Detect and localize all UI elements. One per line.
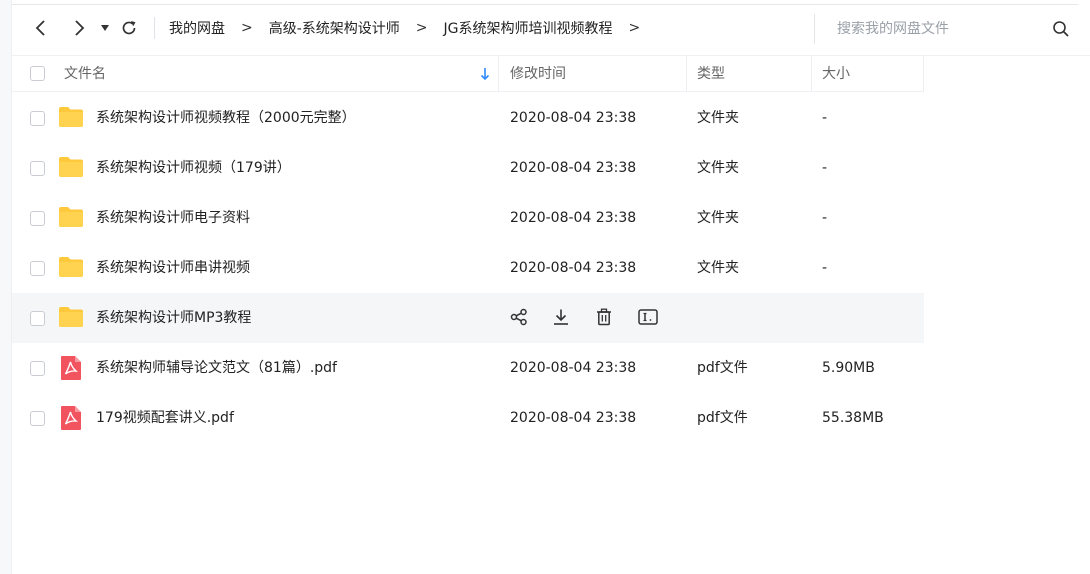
file-name[interactable]: 系统架构设计师MP3教程 [96, 293, 251, 343]
file-row-hovered[interactable]: 系统架构设计师MP3教程 [12, 293, 924, 343]
file-size: - [822, 110, 828, 126]
file-name[interactable]: 系统架构设计师电子资料 [96, 193, 250, 243]
refresh-button[interactable] [114, 13, 144, 43]
folder-icon [59, 207, 83, 227]
file-row[interactable]: 179视频配套讲义.pdf 2020-08-04 23:38 pdf文件 55.… [12, 393, 924, 443]
column-divider[interactable] [498, 56, 499, 92]
navigation-toolbar: 我的网盘 > 高级-系统架构设计师 > JG系统架构师培训视频教程 > [12, 0, 1090, 56]
chevron-left-icon [35, 19, 45, 36]
breadcrumb-item-root[interactable]: 我的网盘 [169, 18, 225, 38]
forward-button[interactable] [64, 13, 94, 43]
folder-icon [59, 107, 83, 127]
breadcrumb-item-current[interactable]: JG系统架构师培训视频教程 [444, 18, 613, 38]
row-checkbox[interactable] [30, 111, 45, 126]
search-box [814, 14, 1078, 44]
row-checkbox[interactable] [30, 211, 45, 226]
row-checkbox[interactable] [30, 411, 45, 426]
file-row[interactable]: 系统架构设计师电子资料 2020-08-04 23:38 文件夹 - [12, 193, 924, 243]
file-row[interactable]: 系统架构设计师视频（179讲） 2020-08-04 23:38 文件夹 - [12, 143, 924, 193]
file-modified: 2020-08-04 23:38 [510, 160, 637, 176]
row-checkbox[interactable] [30, 361, 45, 376]
file-size: 55.38MB [822, 410, 884, 426]
column-divider[interactable] [811, 56, 812, 92]
column-header-name[interactable]: 文件名 [64, 56, 106, 92]
file-modified: 2020-08-04 23:38 [510, 210, 637, 226]
left-panel-edge [0, 0, 12, 574]
file-list: 系统架构设计师视频教程（2000元完整） 2020-08-04 23:38 文件… [12, 93, 924, 443]
file-size: - [822, 160, 828, 176]
file-row[interactable]: 系统架构师辅导论文范文（81篇）.pdf 2020-08-04 23:38 pd… [12, 343, 924, 393]
rename-icon[interactable] [638, 308, 658, 330]
breadcrumb-separator: > [415, 19, 428, 36]
search-icon[interactable] [1052, 20, 1070, 42]
row-checkbox[interactable] [30, 261, 45, 276]
file-modified: 2020-08-04 23:38 [510, 110, 637, 126]
file-modified: 2020-08-04 23:38 [510, 260, 637, 276]
file-name[interactable]: 系统架构设计师视频（179讲） [96, 143, 291, 193]
file-type: 文件夹 [697, 260, 739, 276]
caret-down-icon [101, 24, 109, 31]
file-type: pdf文件 [697, 410, 748, 426]
search-input[interactable] [837, 21, 1037, 37]
back-button[interactable] [26, 13, 56, 43]
file-name[interactable]: 系统架构师辅导论文范文（81篇）.pdf [96, 343, 337, 393]
column-divider[interactable] [923, 56, 924, 92]
file-list-header: 文件名 修改时间 类型 大小 [12, 56, 924, 92]
sort-desc-icon[interactable] [480, 56, 490, 92]
refresh-icon [122, 20, 136, 34]
file-name[interactable]: 系统架构设计师串讲视频 [96, 243, 250, 293]
folder-icon [59, 257, 83, 277]
file-type: pdf文件 [697, 360, 748, 376]
row-checkbox[interactable] [30, 311, 45, 326]
file-modified: 2020-08-04 23:38 [510, 410, 637, 426]
column-header-modified[interactable]: 修改时间 [510, 56, 566, 92]
file-type: 文件夹 [697, 210, 739, 226]
file-size: - [822, 210, 828, 226]
file-type: 文件夹 [697, 110, 739, 126]
file-name[interactable]: 179视频配套讲义.pdf [96, 393, 234, 443]
folder-icon [59, 157, 83, 177]
share-icon[interactable] [510, 308, 528, 330]
file-size: - [822, 260, 828, 276]
file-name[interactable]: 系统架构设计师视频教程（2000元完整） [96, 93, 356, 143]
breadcrumb-separator: > [628, 19, 641, 36]
delete-icon[interactable] [595, 308, 613, 330]
breadcrumb-separator: > [241, 19, 253, 36]
file-type: 文件夹 [697, 160, 739, 176]
history-dropdown-button[interactable] [96, 13, 114, 43]
file-row[interactable]: 系统架构设计师串讲视频 2020-08-04 23:38 文件夹 - [12, 243, 924, 293]
column-header-type[interactable]: 类型 [697, 56, 725, 92]
breadcrumb: 我的网盘 > 高级-系统架构设计师 > JG系统架构师培训视频教程 > [169, 18, 656, 38]
select-all-checkbox[interactable] [30, 66, 45, 81]
row-checkbox[interactable] [30, 161, 45, 176]
download-icon[interactable] [552, 308, 570, 330]
folder-icon [59, 307, 83, 327]
file-size: 5.90MB [822, 360, 875, 376]
toolbar-divider [154, 16, 155, 39]
column-header-size[interactable]: 大小 [822, 56, 850, 92]
pdf-icon [61, 406, 81, 430]
file-row[interactable]: 系统架构设计师视频教程（2000元完整） 2020-08-04 23:38 文件… [12, 93, 924, 143]
chevron-right-icon [75, 19, 85, 36]
breadcrumb-item-parent[interactable]: 高级-系统架构设计师 [269, 18, 400, 38]
column-divider[interactable] [686, 56, 687, 92]
pdf-icon [61, 356, 81, 380]
file-modified: 2020-08-04 23:38 [510, 360, 637, 376]
